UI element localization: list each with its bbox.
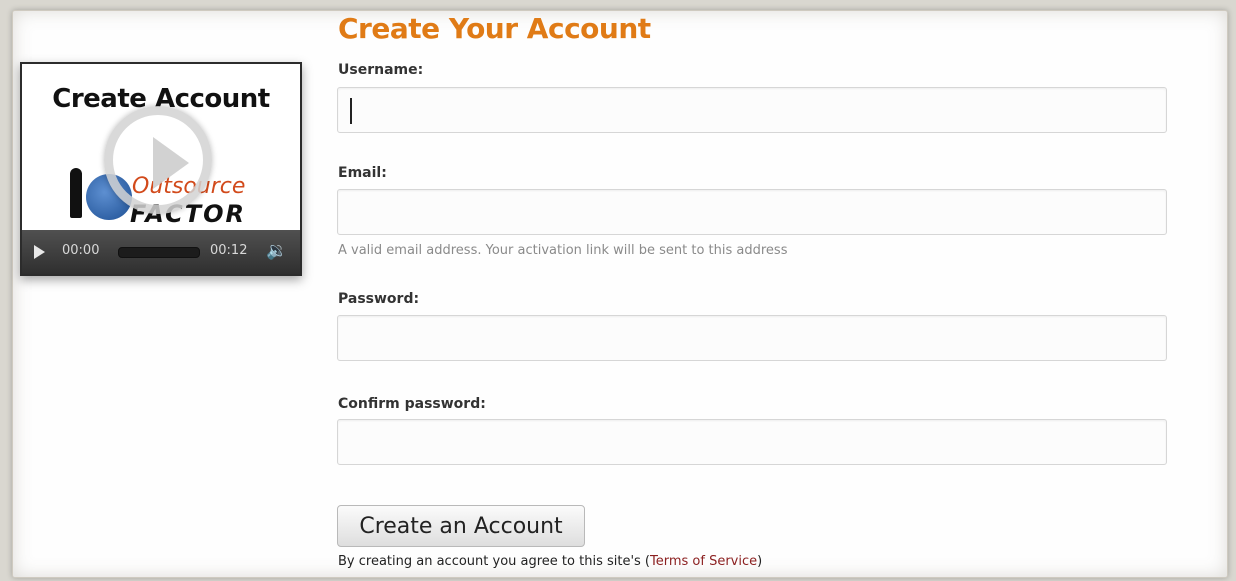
runner-logo-icon [70, 168, 82, 218]
progress-track[interactable] [118, 247, 200, 258]
username-field[interactable] [337, 87, 1167, 133]
email-help-text: A valid email address. Your activation l… [338, 243, 788, 258]
confirm-password-label: Confirm password: [338, 396, 486, 412]
agreement-suffix: ) [757, 554, 763, 569]
video-controls: 00:00 00:12 🔉 [22, 230, 300, 274]
terms-of-service-link[interactable]: Terms of Service [650, 554, 757, 569]
password-label: Password: [338, 291, 420, 307]
text-caret [350, 98, 352, 124]
duration-time: 00:12 [210, 243, 248, 258]
agreement-prefix: By creating an account you agree to this… [338, 554, 650, 569]
volume-icon[interactable]: 🔉 [266, 241, 287, 261]
email-label: Email: [338, 165, 387, 181]
play-icon[interactable] [34, 245, 45, 259]
confirm-password-field[interactable] [337, 419, 1167, 465]
username-label: Username: [338, 62, 424, 78]
page-title: Create Your Account [338, 12, 651, 45]
play-triangle-icon [153, 137, 189, 189]
email-field[interactable] [337, 189, 1167, 235]
password-field[interactable] [337, 315, 1167, 361]
current-time: 00:00 [62, 243, 100, 258]
video-player[interactable]: Create Account Outsource FACTOR 00:00 00… [20, 62, 302, 276]
create-account-button[interactable]: Create an Account [337, 505, 585, 547]
play-circle-icon[interactable] [104, 106, 212, 214]
terms-agreement: By creating an account you agree to this… [338, 554, 762, 569]
